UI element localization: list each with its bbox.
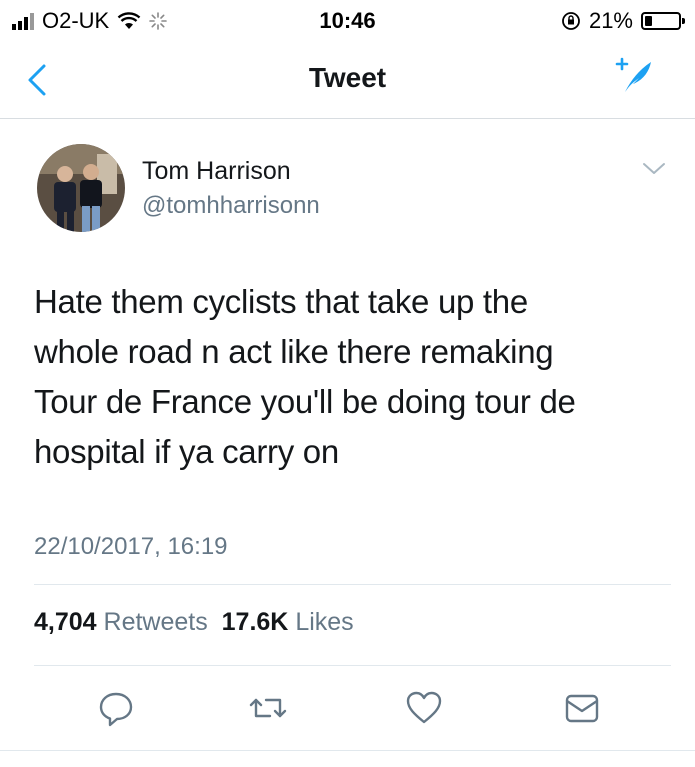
status-right: 21% bbox=[561, 8, 685, 34]
reply-icon[interactable] bbox=[96, 688, 136, 728]
battery-level-fill bbox=[645, 16, 652, 26]
avatar-photo bbox=[37, 144, 125, 232]
nav-bar: Tweet bbox=[0, 40, 695, 119]
retweet-icon[interactable] bbox=[248, 688, 288, 728]
retweets-link[interactable]: 4,704 Retweets bbox=[34, 608, 208, 636]
share-icon[interactable] bbox=[562, 688, 602, 728]
page-title: Tweet bbox=[308, 62, 387, 93]
tweet-stats: 4,704 Retweets 17.6K Likes bbox=[34, 608, 354, 637]
like-icon[interactable] bbox=[404, 688, 444, 728]
tweet-text: Hate them cyclists that take up the whol… bbox=[34, 277, 664, 477]
retweets-count: 4,704 bbox=[34, 608, 97, 636]
divider bbox=[34, 584, 671, 585]
likes-count: 17.6K bbox=[221, 608, 289, 636]
status-bar: O2-UK 10:46 21% bbox=[0, 0, 695, 40]
avatar[interactable] bbox=[37, 144, 125, 232]
orientation-lock-icon bbox=[562, 12, 580, 30]
user-handle[interactable]: @tomhharrisonn bbox=[142, 192, 320, 220]
display-name[interactable]: Tom Harrison bbox=[142, 157, 291, 186]
tweet-timestamp: 22/10/2017, 16:19 bbox=[34, 533, 228, 560]
chevron-down-icon[interactable] bbox=[641, 159, 667, 179]
divider bbox=[34, 665, 671, 666]
retweets-label: Retweets bbox=[103, 608, 208, 636]
battery-tip bbox=[682, 18, 685, 24]
compose-tweet-icon[interactable] bbox=[611, 54, 655, 98]
likes-label: Likes bbox=[295, 608, 354, 636]
tweet-text-line: hospital if ya carry on bbox=[34, 433, 339, 470]
tweet-text-line: Hate them cyclists that take up the bbox=[34, 283, 528, 320]
likes-link[interactable]: 17.6K Likes bbox=[222, 608, 354, 636]
tweet-text-line: Tour de France you'll be doing tour de bbox=[34, 383, 576, 420]
battery-icon bbox=[641, 12, 685, 30]
divider bbox=[0, 750, 695, 751]
tweet-actions bbox=[0, 680, 695, 740]
battery-percent: 21% bbox=[588, 8, 633, 33]
tweet-text-line: whole road n act like there remaking bbox=[34, 333, 554, 370]
